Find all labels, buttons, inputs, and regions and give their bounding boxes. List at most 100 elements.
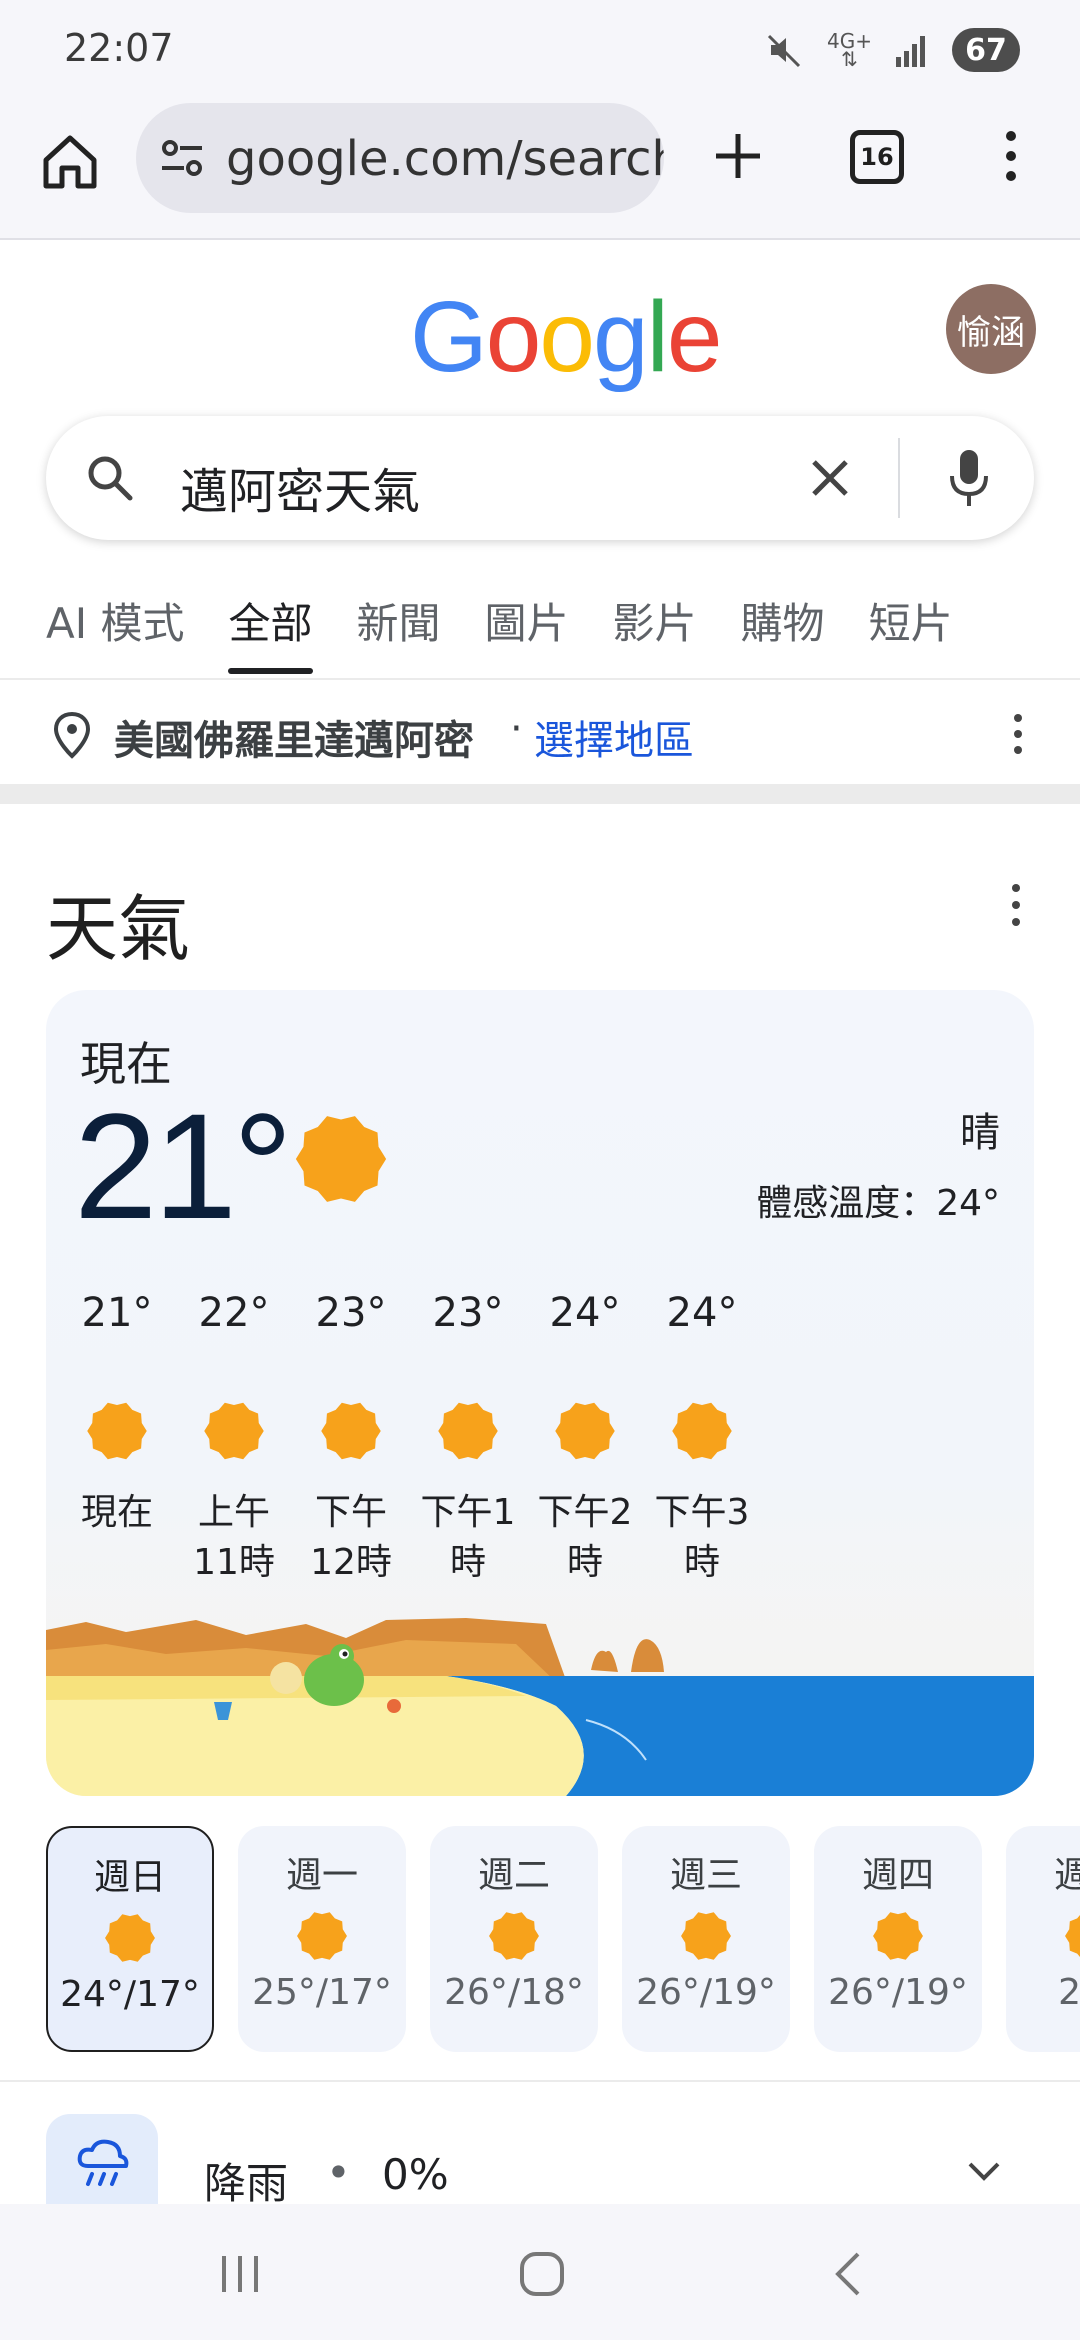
back-icon[interactable] <box>818 2244 878 2304</box>
battery-indicator: 67 <box>952 28 1020 72</box>
sunny-icon <box>204 1402 264 1460</box>
url-text[interactable]: google.com/search <box>226 131 664 187</box>
recent-apps-icon[interactable] <box>210 2244 270 2304</box>
hourly-temperature: 24° <box>666 1290 738 1336</box>
location-text: 美國佛羅里達邁阿密 <box>114 718 474 764</box>
tab-switcher-button[interactable]: 16 <box>850 130 904 184</box>
daily-temperature-range: 26°/19° <box>828 1972 968 2013</box>
precipitation-row[interactable]: 降雨 • 0% <box>0 2080 1080 2214</box>
daily-item[interactable]: 週四 26°/19° <box>814 1826 982 2052</box>
rain-cloud-icon <box>77 2139 129 2186</box>
tab-短片[interactable]: 短片 <box>847 580 975 678</box>
network-type-icon: 4G+ ⇅ <box>827 29 872 71</box>
signal-icon <box>896 36 925 67</box>
sunny-icon <box>438 1402 498 1460</box>
daily-day-name: 週二 <box>477 1855 550 1896</box>
status-time: 22:07 <box>64 26 174 70</box>
daily-item[interactable]: 週三 26°/19° <box>622 1826 790 2052</box>
hourly-forecast[interactable]: 21° 現在 22° 上午11時 23° 下午12時 23° 下午1時 24° 下午2時 24° 下午… <box>46 1290 1034 1610</box>
mute-icon <box>767 34 801 68</box>
precipitation-separator: • <box>326 2148 351 2197</box>
daily-day-name: 週三 <box>669 1855 742 1896</box>
tab-AI 模式[interactable]: AI 模式 <box>0 580 206 678</box>
clear-icon[interactable] <box>806 454 854 502</box>
sunny-icon <box>489 1912 539 1960</box>
daily-temperature-range: 25°/17° <box>252 1972 392 2013</box>
sunny-icon <box>873 1912 923 1960</box>
sunny-icon <box>555 1402 615 1460</box>
daily-day-name: 週日 <box>93 1857 166 1898</box>
search-icon <box>88 456 133 501</box>
avatar[interactable]: 愉涵 <box>946 284 1036 374</box>
daily-day-name: 週一 <box>285 1855 358 1896</box>
weather-card: 現在 21° 晴 體感溫度：24° 21° 現在 22° 上午11時 23° 下午12時 2… <box>46 990 1034 1796</box>
daily-item[interactable]: 週日 24°/17° <box>46 1826 214 2052</box>
google-logo[interactable]: Google <box>410 280 723 395</box>
home-nav-icon[interactable] <box>512 2244 572 2304</box>
condition-text: 晴 <box>960 1110 1000 1156</box>
home-icon[interactable] <box>38 130 102 194</box>
tab-全部[interactable]: 全部 <box>206 580 334 678</box>
choose-region-link[interactable]: 選擇地區 <box>534 708 694 766</box>
search-tabs: AI 模式 全部 新聞 圖片 影片 購物 短片 <box>0 580 1080 680</box>
address-bar[interactable]: google.com/search <box>136 103 664 213</box>
sunny-icon <box>105 1914 155 1962</box>
google-header: Google 愉涵 邁阿密天氣 AI 模式 全部 新聞 圖片 影片 購物 短片 <box>0 240 1080 680</box>
status-icons: 4G+ ⇅ 67 <box>765 28 1020 72</box>
system-navigation-bar <box>0 2204 1080 2340</box>
daily-temperature-range: 26°/19° <box>636 1972 776 2013</box>
location-more-icon[interactable] <box>1008 710 1028 758</box>
daily-day-name: 週四 <box>861 1855 934 1896</box>
logo-letter: l <box>646 281 669 393</box>
feels-like-text: 體感溫度：24° <box>756 1183 1000 1224</box>
logo-letter: o <box>485 281 542 393</box>
daily-forecast[interactable]: 週日 24°/17° 週一 25°/17° 週二 26°/18° 週三 26°/19° 週四 26… <box>46 1826 1080 2052</box>
logo-letter: G <box>410 281 488 393</box>
tab-新聞[interactable]: 新聞 <box>335 580 463 678</box>
sunny-icon <box>1065 1914 1080 1958</box>
search-box[interactable]: 邁阿密天氣 <box>46 416 1034 540</box>
chevron-down-icon[interactable] <box>964 2156 1004 2186</box>
microphone-icon[interactable] <box>946 446 992 510</box>
sunny-icon <box>297 1912 347 1960</box>
daily-item[interactable]: 週五 26° <box>1006 1826 1080 2052</box>
precipitation-label: 降雨 <box>204 2159 289 2208</box>
daily-temperature-range: 26° <box>1058 1972 1080 2013</box>
hourly-item[interactable]: 24° 下午3時 <box>622 1290 782 1588</box>
sunny-icon <box>321 1402 381 1460</box>
section-separator <box>0 784 1080 804</box>
location-pin-icon <box>53 711 91 759</box>
weather-section: 天氣 現在 21° 晴 體感溫度：24° 21° 現在 22° 上午11時 23° 下午1… <box>0 804 1080 2214</box>
weather-more-icon[interactable] <box>1006 880 1026 930</box>
daily-temperature-range: 24°/17° <box>60 1974 200 2015</box>
daily-item[interactable]: 週二 26°/18° <box>430 1826 598 2052</box>
hourly-time-label: 下午3時 <box>654 1492 750 1583</box>
location-separator: · <box>510 706 523 752</box>
daily-temperature-range: 26°/18° <box>444 1972 584 2013</box>
sunny-icon <box>672 1402 732 1460</box>
more-options-icon[interactable] <box>996 128 1026 184</box>
tab-圖片[interactable]: 圖片 <box>463 580 591 678</box>
site-settings-icon[interactable] <box>158 138 206 178</box>
sunny-icon <box>87 1402 147 1460</box>
current-temperature: 21° <box>74 1082 293 1250</box>
tab-影片[interactable]: 影片 <box>591 580 719 678</box>
search-divider <box>898 438 900 518</box>
logo-letter: o <box>539 281 595 393</box>
new-tab-icon[interactable] <box>708 126 768 186</box>
logo-letter: g <box>593 281 649 393</box>
tab-購物[interactable]: 購物 <box>719 580 847 678</box>
daily-item[interactable]: 週一 25°/17° <box>238 1826 406 2052</box>
search-input[interactable]: 邁阿密天氣 <box>180 452 420 522</box>
logo-letter: e <box>666 281 723 393</box>
beach-illustration <box>46 1618 1034 1796</box>
location-bar: 美國佛羅里達邁阿密 · 選擇地區 <box>0 680 1080 784</box>
daily-day-name: 週五 <box>1053 1855 1080 1896</box>
rain-icon-tile <box>46 2114 158 2214</box>
status-bar: 22:07 4G+ ⇅ 67 <box>0 0 1080 100</box>
weather-title: 天氣 <box>46 887 191 971</box>
browser-toolbar: google.com/search 16 <box>0 100 1080 240</box>
precipitation-value: 0% <box>382 2150 449 2199</box>
sunny-icon <box>681 1912 731 1960</box>
sunny-icon <box>295 1116 387 1202</box>
